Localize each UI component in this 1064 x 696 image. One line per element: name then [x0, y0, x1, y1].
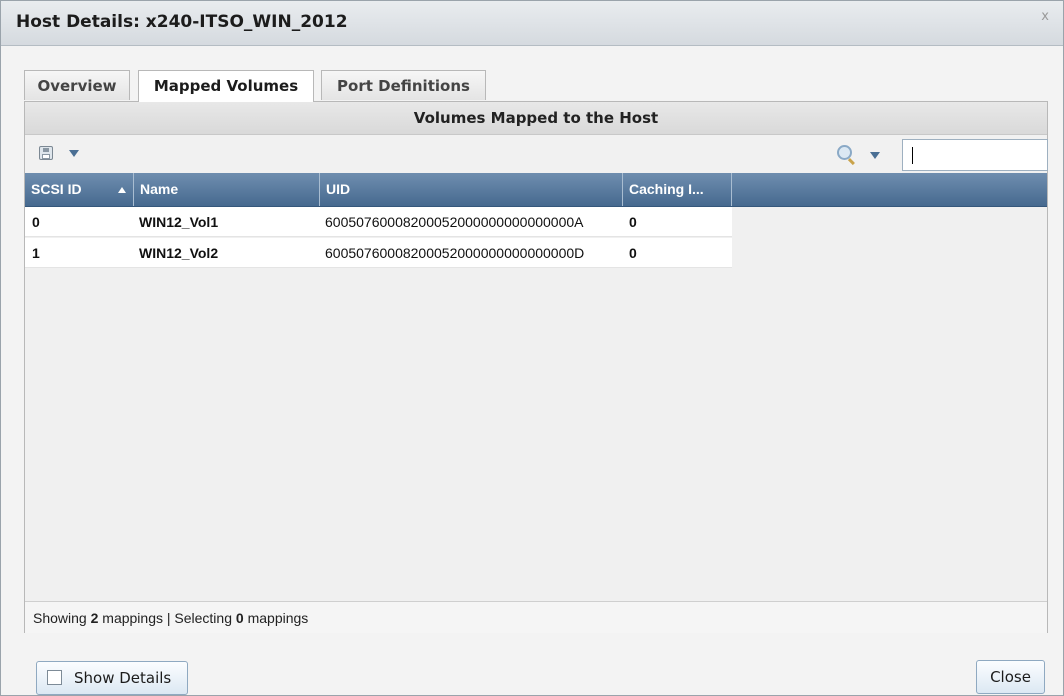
- table-header: SCSI ID Name UID Caching I...: [25, 173, 1047, 207]
- cell-scsi-id: 0: [32, 214, 40, 230]
- cell-scsi-id: 1: [32, 245, 40, 261]
- tab-overview[interactable]: Overview: [24, 70, 130, 100]
- column-header-uid[interactable]: UID: [320, 173, 623, 206]
- show-details-checkbox[interactable]: [47, 670, 62, 685]
- filter-input[interactable]: [902, 139, 1048, 171]
- mapped-volumes-panel: Volumes Mapped to the Host SCSI ID Name …: [24, 101, 1048, 633]
- show-details-label: Show Details: [74, 669, 172, 687]
- close-button[interactable]: Close: [976, 660, 1045, 694]
- text-cursor: [912, 147, 913, 164]
- cell-uid: 60050760008200052000000000000000D: [325, 245, 585, 261]
- grid-toolbar: [25, 135, 1048, 173]
- save-icon[interactable]: [39, 146, 53, 160]
- cell-name: WIN12_Vol2: [139, 245, 219, 261]
- cell-name: WIN12_Vol1: [139, 214, 219, 230]
- status-suffix: mappings: [247, 610, 309, 626]
- column-header-scsi-id[interactable]: SCSI ID: [25, 173, 134, 206]
- filter-dropdown-icon[interactable]: [870, 152, 880, 159]
- section-header: Volumes Mapped to the Host: [25, 102, 1047, 135]
- close-icon[interactable]: x: [1041, 9, 1049, 24]
- search-icon[interactable]: [837, 145, 852, 160]
- cell-caching: 0: [629, 214, 637, 230]
- volumes-table: SCSI ID Name UID Caching I... 0 WIN12_Vo…: [25, 173, 1047, 601]
- tab-port-definitions[interactable]: Port Definitions: [321, 70, 486, 100]
- sort-ascending-icon: [118, 187, 126, 193]
- table-row[interactable]: 0 WIN12_Vol1 600507600082000520000000000…: [25, 207, 732, 237]
- status-selecting-count: 0: [235, 610, 244, 626]
- dialog-titlebar: Host Details: x240-ITSO_WIN_2012 x: [1, 1, 1063, 46]
- status-middle: mappings | Selecting: [102, 610, 232, 626]
- show-details-button[interactable]: Show Details: [36, 661, 188, 695]
- host-details-dialog: Host Details: x240-ITSO_WIN_2012 x Overv…: [0, 0, 1064, 696]
- table-row[interactable]: 1 WIN12_Vol2 600507600082000520000000000…: [25, 238, 732, 268]
- tab-mapped-volumes[interactable]: Mapped Volumes: [138, 70, 314, 102]
- cell-caching: 0: [629, 245, 637, 261]
- column-header-name[interactable]: Name: [134, 173, 320, 206]
- cell-uid: 60050760008200052000000000000000A: [325, 214, 584, 230]
- status-prefix: Showing: [33, 610, 87, 626]
- status-showing-count: 2: [90, 610, 99, 626]
- chevron-down-icon[interactable]: [69, 150, 79, 157]
- column-header-caching[interactable]: Caching I...: [623, 173, 732, 206]
- status-bar: Showing 2 mappings | Selecting 0 mapping…: [25, 601, 1047, 633]
- dialog-title: Host Details: x240-ITSO_WIN_2012: [16, 12, 348, 32]
- column-header-label: SCSI ID: [31, 181, 82, 197]
